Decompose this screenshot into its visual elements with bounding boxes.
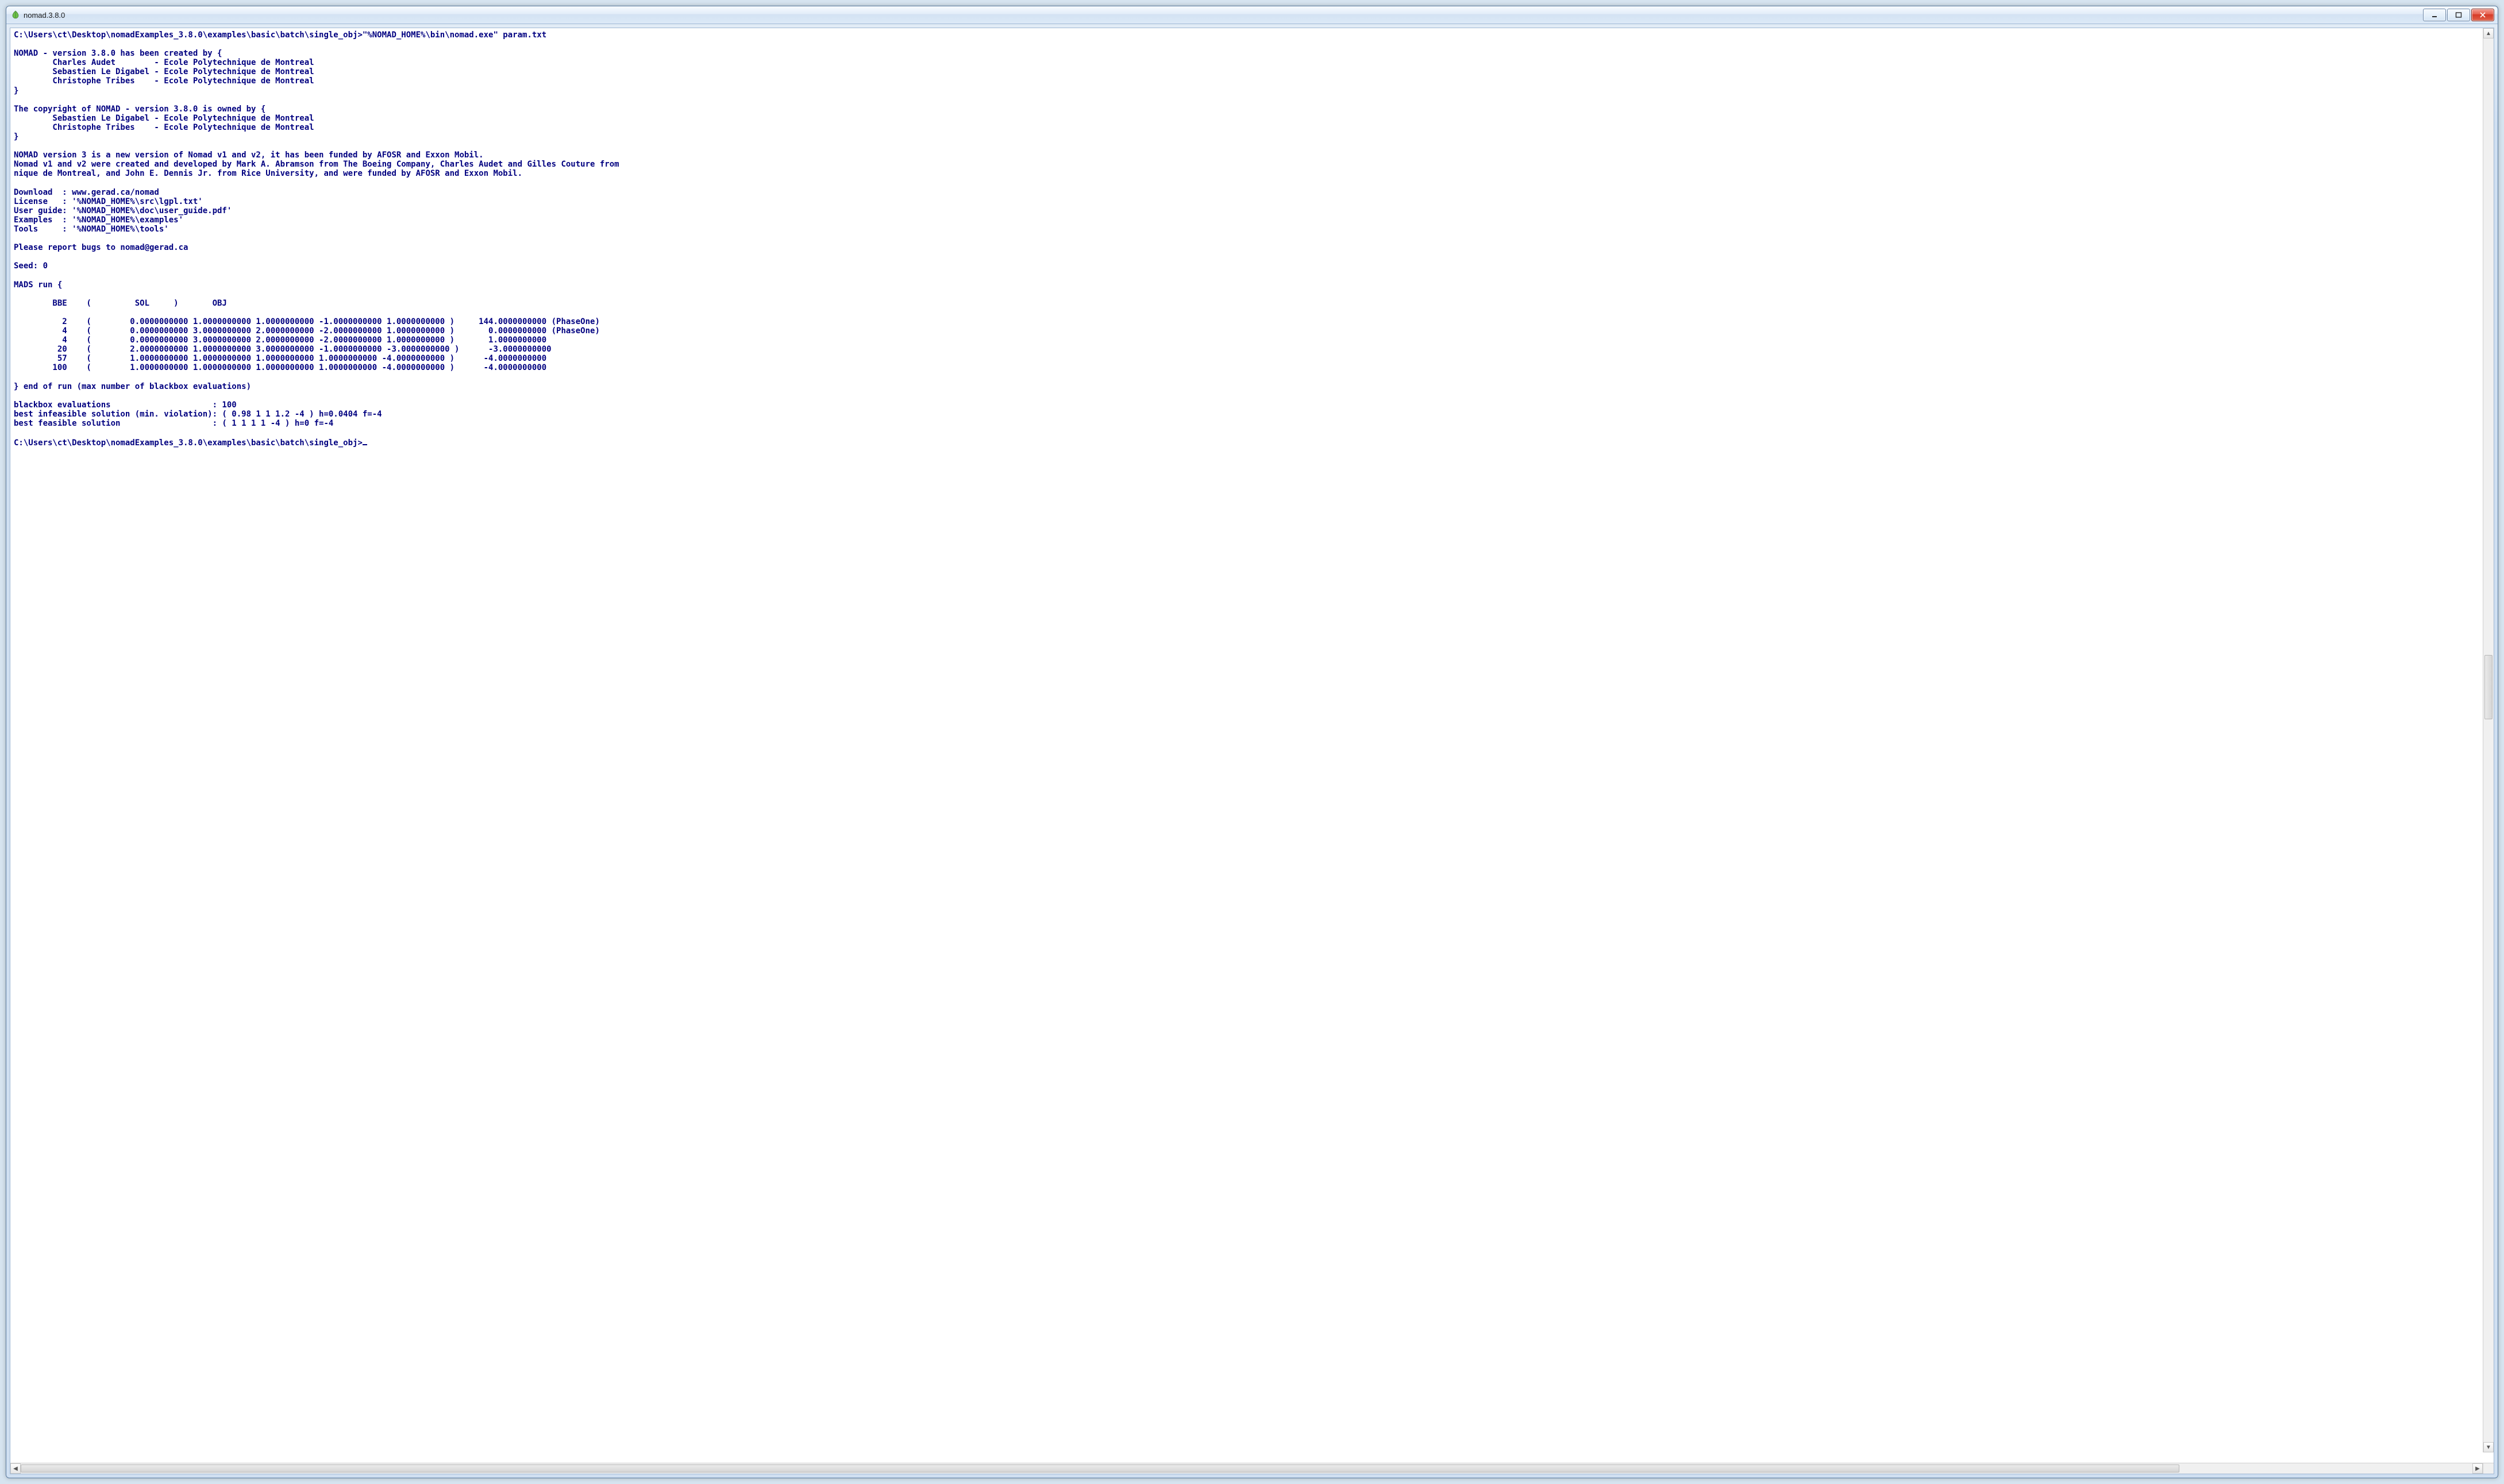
- scroll-thumb-horizontal[interactable]: [21, 1464, 2179, 1473]
- table-row: 4 ( 0.0000000000 3.0000000000 2.00000000…: [14, 326, 600, 336]
- titlebar[interactable]: nomad.3.8.0: [6, 6, 2498, 24]
- download-line: Download : www.gerad.ca/nomad: [14, 188, 159, 197]
- console-viewport: C:\Users\ct\Desktop\nomadExamples_3.8.0\…: [10, 28, 2494, 1463]
- seed-line: Seed: 0: [14, 261, 48, 271]
- cursor-icon: [363, 437, 367, 445]
- brace-close: }: [14, 86, 18, 95]
- funding-line: Nomad v1 and v2 were created and develop…: [14, 160, 619, 169]
- userguide-line: User guide: '%NOMAD_HOME%\doc\user_guide…: [14, 206, 232, 215]
- table-row: 20 ( 2.0000000000 1.0000000000 3.0000000…: [14, 345, 552, 354]
- table-header: BBE ( SOL ) OBJ: [14, 299, 227, 308]
- author-line: Charles Audet - Ecole Polytechnique de M…: [14, 58, 314, 67]
- funding-line: NOMAD version 3 is a new version of Noma…: [14, 151, 484, 160]
- funding-line: nique de Montreal, and John E. Dennis Jr…: [14, 169, 522, 178]
- scrollbar-corner: [2483, 1463, 2494, 1474]
- client-area: C:\Users\ct\Desktop\nomadExamples_3.8.0\…: [10, 28, 2494, 1474]
- minimize-button[interactable]: [2423, 9, 2446, 21]
- bb-evals-line: blackbox evaluations : 100: [14, 400, 237, 410]
- copyright-author: Christophe Tribes - Ecole Polytechnique …: [14, 123, 314, 132]
- horizontal-scrollbar[interactable]: ◀ ▶: [10, 1463, 2494, 1474]
- tools-line: Tools : '%NOMAD_HOME%\tools': [14, 225, 169, 234]
- table-row: 100 ( 1.0000000000 1.0000000000 1.000000…: [14, 363, 546, 372]
- app-window: nomad.3.8.0 C:\Users\ct\Desktop\nomadExa…: [6, 6, 2498, 1478]
- window-title: nomad.3.8.0: [24, 11, 65, 20]
- table-row: 2 ( 0.0000000000 1.0000000000 1.00000000…: [14, 317, 600, 326]
- best-infeasible-line: best infeasible solution (min. violation…: [14, 410, 382, 419]
- author-line: Christophe Tribes - Ecole Polytechnique …: [14, 76, 314, 86]
- author-line: Sebastien Le Digabel - Ecole Polytechniq…: [14, 67, 314, 76]
- copyright-line: The copyright of NOMAD - version 3.8.0 i…: [14, 105, 265, 114]
- examples-line: Examples : '%NOMAD_HOME%\examples': [14, 215, 183, 225]
- scroll-up-arrow-icon[interactable]: ▲: [2483, 28, 2494, 38]
- copyright-author: Sebastien Le Digabel - Ecole Polytechniq…: [14, 114, 314, 123]
- best-feasible-line: best feasible solution : ( 1 1 1 1 -4 ) …: [14, 419, 333, 428]
- app-icon: [11, 10, 20, 20]
- scroll-track-horizontal[interactable]: [21, 1463, 2472, 1474]
- mads-open: MADS run {: [14, 280, 62, 290]
- scroll-right-arrow-icon[interactable]: ▶: [2472, 1463, 2483, 1474]
- command-line: C:\Users\ct\Desktop\nomadExamples_3.8.0\…: [14, 30, 546, 40]
- close-button[interactable]: [2471, 9, 2494, 21]
- scroll-thumb-vertical[interactable]: [2484, 655, 2493, 719]
- prompt-line: C:\Users\ct\Desktop\nomadExamples_3.8.0\…: [14, 438, 363, 448]
- window-controls: [2423, 9, 2494, 21]
- brace-close: }: [14, 132, 18, 141]
- table-row: 57 ( 1.0000000000 1.0000000000 1.0000000…: [14, 354, 546, 363]
- bugs-line: Please report bugs to nomad@gerad.ca: [14, 243, 188, 252]
- end-of-run: } end of run (max number of blackbox eva…: [14, 382, 251, 391]
- scroll-left-arrow-icon[interactable]: ◀: [10, 1463, 21, 1474]
- maximize-button[interactable]: [2447, 9, 2470, 21]
- vertical-scrollbar[interactable]: ▲ ▼: [2483, 28, 2494, 1452]
- console-output[interactable]: C:\Users\ct\Desktop\nomadExamples_3.8.0\…: [10, 28, 2494, 1463]
- scroll-down-arrow-icon[interactable]: ▼: [2483, 1442, 2494, 1452]
- license-line: License : '%NOMAD_HOME%\src\lgpl.txt': [14, 197, 203, 206]
- table-row: 4 ( 0.0000000000 3.0000000000 2.00000000…: [14, 336, 546, 345]
- header-line: NOMAD - version 3.8.0 has been created b…: [14, 49, 222, 58]
